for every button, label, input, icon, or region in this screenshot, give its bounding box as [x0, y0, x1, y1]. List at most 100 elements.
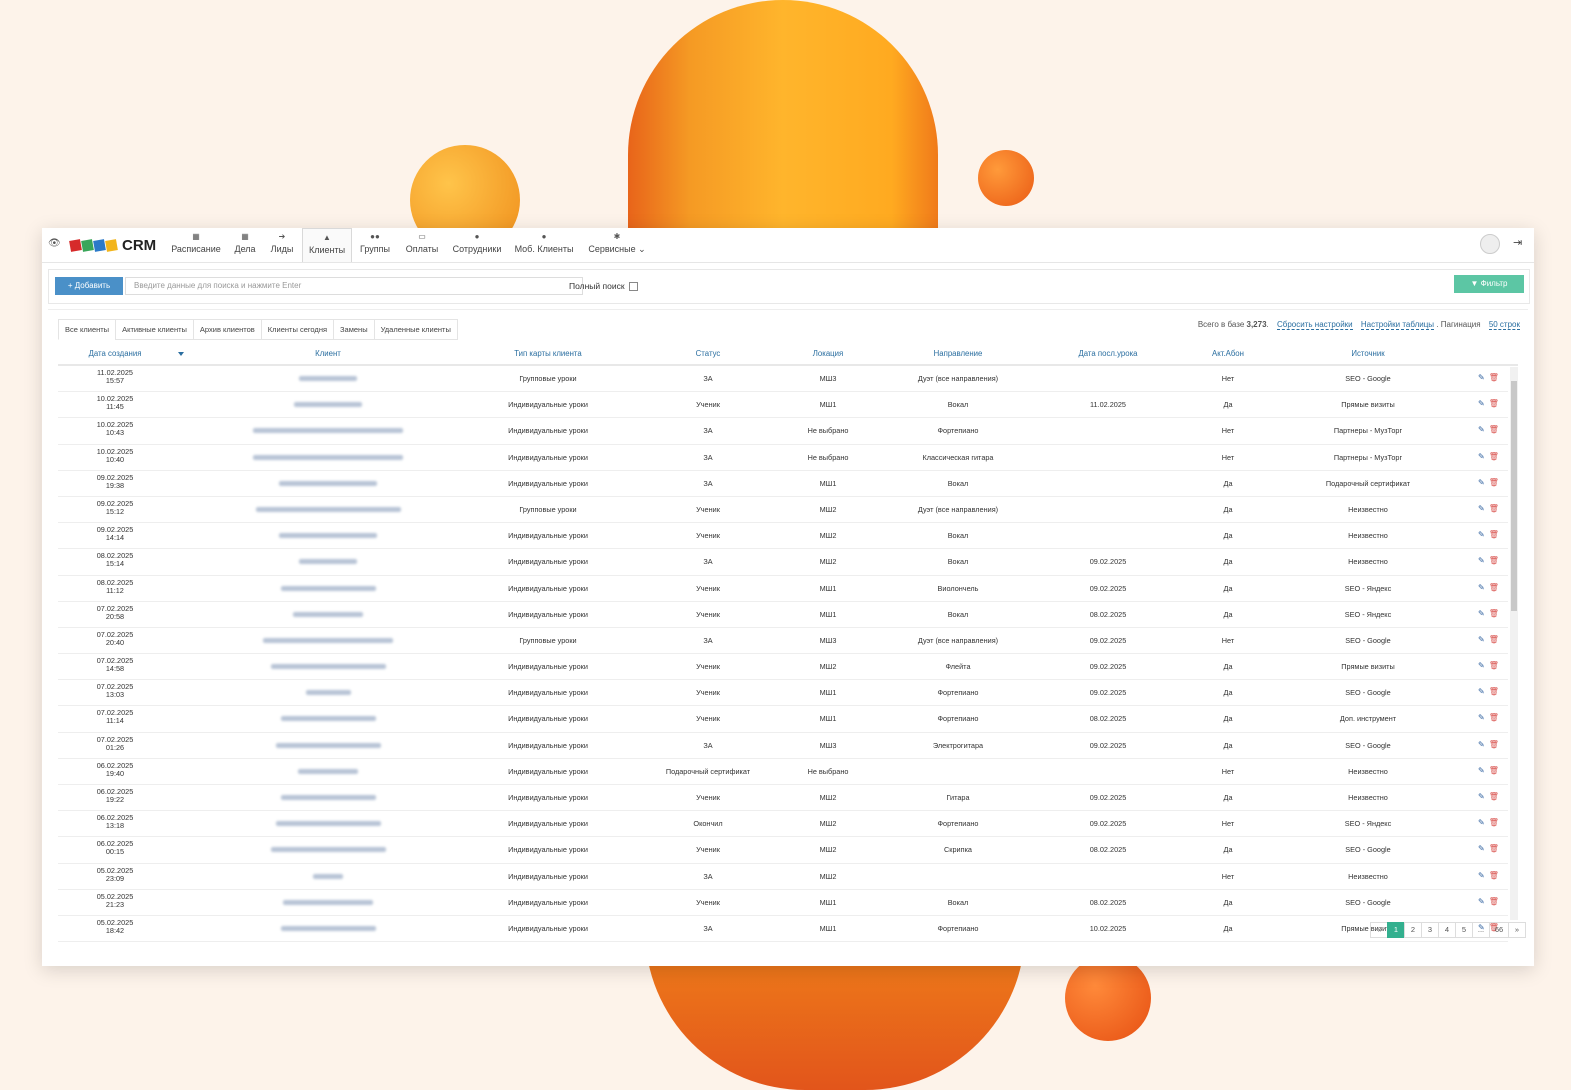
page-link[interactable]: 1 — [1387, 922, 1405, 938]
edit-icon[interactable]: ✎ — [1478, 530, 1485, 539]
logout-icon[interactable]: ⇥ — [1513, 236, 1522, 249]
column-created[interactable]: Дата создания — [70, 349, 160, 358]
delete-icon[interactable]: 🗑 — [1489, 399, 1499, 408]
client-name-redacted[interactable] — [279, 533, 377, 539]
table-row[interactable]: 06.02.2025 19:22 Индивидуальные уроки Учени… — [58, 785, 1508, 812]
client-name-redacted[interactable] — [294, 402, 362, 408]
edit-icon[interactable]: ✎ — [1478, 687, 1485, 696]
tab-today[interactable]: Клиенты сегодня — [260, 319, 334, 340]
column-direction[interactable]: Направление — [898, 349, 1018, 358]
page-link[interactable]: « — [1370, 922, 1388, 938]
client-name-redacted[interactable] — [255, 506, 401, 512]
client-name-redacted[interactable] — [280, 925, 376, 931]
filter-button[interactable]: ▼ Фильтр — [1454, 275, 1524, 293]
nav-clients[interactable]: ▲ Клиенты — [302, 228, 352, 262]
table-row[interactable]: 09.02.2025 14:14 Индивидуальные уроки Учени… — [58, 523, 1508, 550]
delete-icon[interactable]: 🗑 — [1489, 871, 1499, 880]
tab-archive[interactable]: Архив клиентов — [192, 319, 261, 340]
page-link[interactable]: 66 — [1489, 922, 1509, 938]
column-last-lesson[interactable]: Дата посл.урока — [1058, 349, 1158, 358]
pagination-size-link[interactable]: 50 строк — [1488, 320, 1520, 330]
tab-replacements[interactable]: Замены — [333, 319, 374, 340]
delete-icon[interactable]: 🗑 — [1489, 609, 1499, 618]
edit-icon[interactable]: ✎ — [1478, 583, 1485, 592]
client-name-redacted[interactable] — [280, 585, 376, 591]
client-name-redacted[interactable] — [293, 611, 363, 617]
scrollbar[interactable] — [1510, 367, 1518, 920]
table-row[interactable]: 07.02.2025 11:14 Индивидуальные уроки Учени… — [58, 706, 1508, 733]
nav-groups[interactable]: ●● Группы — [356, 228, 394, 261]
client-name-redacted[interactable] — [280, 716, 376, 722]
table-row[interactable]: 06.02.2025 13:18 Индивидуальные уроки Оконч… — [58, 811, 1508, 838]
edit-icon[interactable]: ✎ — [1478, 661, 1485, 670]
table-row[interactable]: 05.02.2025 21:23 Индивидуальные уроки Учени… — [58, 890, 1508, 916]
client-name-redacted[interactable] — [263, 637, 393, 643]
delete-icon[interactable]: 🗑 — [1489, 766, 1499, 775]
edit-icon[interactable]: ✎ — [1478, 713, 1485, 722]
nav-mobile-clients[interactable]: ● Моб. Клиенты — [512, 228, 576, 261]
nav-staff[interactable]: ● Сотрудники — [450, 228, 504, 261]
table-row[interactable]: 08.02.2025 15:14 Индивидуальные уроки ЗА МШ2… — [58, 549, 1508, 576]
table-row[interactable]: 09.02.2025 19:38 Индивидуальные уроки ЗА МШ1… — [58, 471, 1508, 497]
delete-icon[interactable]: 🗑 — [1489, 452, 1499, 461]
edit-icon[interactable]: ✎ — [1478, 478, 1485, 487]
table-row[interactable]: 07.02.2025 01:26 Индивидуальные уроки ЗА МШ3… — [58, 733, 1508, 759]
table-row[interactable]: 07.02.2025 14:58 Индивидуальные уроки Учени… — [58, 654, 1508, 681]
edit-icon[interactable]: ✎ — [1478, 425, 1485, 434]
tab-active-clients[interactable]: Активные клиенты — [115, 319, 193, 340]
edit-icon[interactable]: ✎ — [1478, 897, 1485, 906]
delete-icon[interactable]: 🗑 — [1489, 661, 1499, 670]
delete-icon[interactable]: 🗑 — [1489, 583, 1499, 592]
client-name-redacted[interactable] — [305, 690, 351, 696]
table-row[interactable]: 05.02.2025 23:09 Индивидуальные уроки ЗА МШ2… — [58, 864, 1508, 890]
edit-icon[interactable]: ✎ — [1478, 373, 1485, 382]
column-status[interactable]: Статус — [668, 349, 748, 358]
add-client-button[interactable]: + Добавить — [55, 277, 123, 295]
delete-icon[interactable]: 🗑 — [1489, 713, 1499, 722]
delete-icon[interactable]: 🗑 — [1489, 897, 1499, 906]
full-search-checkbox[interactable] — [629, 282, 638, 291]
table-row[interactable]: 09.02.2025 15:12 Групповые уроки Ученик МШ2 Д… — [58, 497, 1508, 524]
table-settings-link[interactable]: Настройки таблицы — [1360, 320, 1435, 330]
delete-icon[interactable]: 🗑 — [1489, 478, 1499, 487]
nav-leads[interactable]: ➔ Лиды — [266, 228, 298, 261]
tab-deleted[interactable]: Удаленные клиенты — [373, 319, 458, 340]
client-name-redacted[interactable] — [253, 454, 403, 460]
table-row[interactable]: 07.02.2025 20:58 Индивидуальные уроки Учени… — [58, 602, 1508, 628]
scrollbar-thumb[interactable] — [1511, 381, 1517, 611]
nav-payments[interactable]: ▭ Оплаты — [402, 228, 442, 261]
delete-icon[interactable]: 🗑 — [1489, 635, 1499, 644]
delete-icon[interactable]: 🗑 — [1489, 818, 1499, 827]
client-name-redacted[interactable] — [279, 480, 377, 486]
edit-icon[interactable]: ✎ — [1478, 452, 1485, 461]
page-link[interactable]: 3 — [1421, 922, 1439, 938]
delete-icon[interactable]: 🗑 — [1489, 844, 1499, 853]
edit-icon[interactable]: ✎ — [1478, 766, 1485, 775]
table-row[interactable]: 08.02.2025 11:12 Индивидуальные уроки Учени… — [58, 576, 1508, 602]
edit-icon[interactable]: ✎ — [1478, 792, 1485, 801]
table-row[interactable]: 05.02.2025 18:42 Индивидуальные уроки ЗА МШ1… — [58, 916, 1508, 943]
edit-icon[interactable]: ✎ — [1478, 844, 1485, 853]
table-row[interactable]: 11.02.2025 15:57 Групповые уроки ЗА МШ3 Дуэт … — [58, 366, 1508, 393]
avatar[interactable] — [1480, 234, 1500, 254]
edit-icon[interactable]: ✎ — [1478, 504, 1485, 513]
delete-icon[interactable]: 🗑 — [1489, 556, 1499, 565]
column-active-subscription[interactable]: Акт.Абон — [1193, 349, 1263, 358]
client-name-redacted[interactable] — [299, 559, 357, 565]
page-link[interactable]: 2 — [1404, 922, 1422, 938]
page-link[interactable]: 4 — [1438, 922, 1456, 938]
client-name-redacted[interactable] — [299, 376, 357, 381]
table-row[interactable]: 10.02.2025 11:45 Индивидуальные уроки Учени… — [58, 392, 1508, 419]
edit-icon[interactable]: ✎ — [1478, 399, 1485, 408]
page-link[interactable]: 5 — [1455, 922, 1473, 938]
app-logo[interactable]: CRM — [69, 234, 156, 256]
reset-settings-link[interactable]: Сбросить настройки — [1277, 320, 1353, 330]
table-row[interactable]: 06.02.2025 19:40 Индивидуальные уроки Подар… — [58, 759, 1508, 785]
delete-icon[interactable]: 🗑 — [1489, 740, 1499, 749]
client-name-redacted[interactable] — [298, 768, 358, 774]
table-row[interactable]: 07.02.2025 20:40 Групповые уроки ЗА МШ3 Дуэт … — [58, 628, 1508, 655]
table-row[interactable]: 06.02.2025 00:15 Индивидуальные уроки Учени… — [58, 837, 1508, 864]
client-name-redacted[interactable] — [275, 821, 381, 827]
client-name-redacted[interactable] — [313, 873, 343, 879]
client-name-redacted[interactable] — [253, 428, 403, 434]
